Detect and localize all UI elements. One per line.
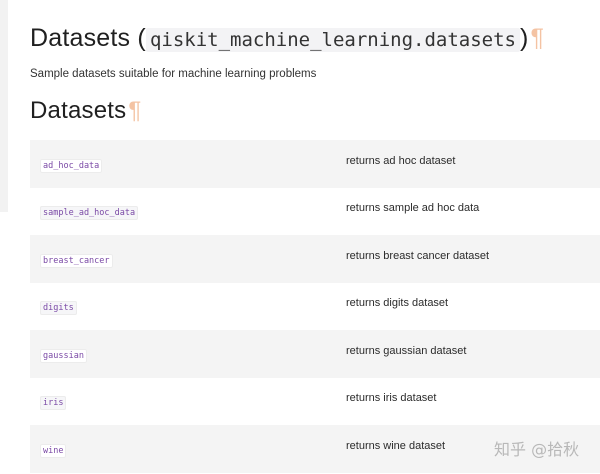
dataset-link-sample-ad-hoc-data[interactable]: sample_ad_hoc_data (40, 206, 139, 221)
dataset-link-breast-cancer[interactable]: breast_cancer (40, 253, 113, 268)
table-cell-name: sample_ad_hoc_data (30, 202, 346, 221)
dataset-link-ad-hoc-data[interactable]: ad_hoc_data (40, 158, 103, 173)
table-row: gaussian returns gaussian dataset (30, 330, 600, 378)
table-cell-description: returns iris dataset (346, 392, 437, 405)
table-row: iris returns iris dataset (30, 377, 600, 425)
zhihu-watermark: 知乎 @拾秋 (494, 440, 580, 459)
table-cell-description: returns digits dataset (346, 297, 449, 310)
table-cell-description: returns breast cancer dataset (346, 249, 490, 262)
table-row: sample_ad_hoc_data returns sample ad hoc… (30, 187, 600, 235)
sidebar-edge (0, 0, 8, 212)
table-cell-name: breast_cancer (30, 250, 346, 268)
table-row: digits returns digits dataset (30, 282, 600, 330)
table-cell-name: wine (30, 440, 346, 458)
dataset-link-iris[interactable]: iris (40, 396, 67, 411)
dataset-link-wine[interactable]: wine (40, 443, 67, 458)
table-cell-name: ad_hoc_data (30, 155, 346, 173)
table-cell-description: returns ad hoc dataset (346, 154, 456, 167)
section-heading: Datasets¶ (30, 95, 141, 127)
section-permalink-icon[interactable]: ¶ (128, 97, 141, 124)
table-cell-description: returns wine dataset (346, 439, 446, 452)
page-title-text: Datasets ( (30, 24, 146, 52)
page-title: Datasets (qiskit_machine_learning.datase… (30, 22, 544, 56)
dataset-link-digits[interactable]: digits (40, 301, 77, 316)
table-cell-name: iris (30, 392, 346, 411)
table-cell-description: returns gaussian dataset (346, 344, 467, 357)
title-permalink-icon[interactable]: ¶ (531, 24, 545, 52)
table-cell-description: returns sample ad hoc data (346, 202, 480, 215)
table-row: breast_cancer returns breast cancer data… (30, 235, 600, 283)
table-cell-name: digits (30, 297, 346, 316)
datasets-table: ad_hoc_data returns ad hoc dataset sampl… (30, 140, 600, 473)
section-heading-text: Datasets (30, 97, 127, 124)
dataset-link-gaussian[interactable]: gaussian (40, 348, 87, 363)
module-name-code: qiskit_machine_learning.datasets (145, 28, 520, 52)
page-title-close: ) (519, 24, 529, 52)
module-description: Sample datasets suitable for machine lea… (30, 68, 317, 80)
table-row: ad_hoc_data returns ad hoc dataset (30, 140, 600, 188)
table-cell-name: gaussian (30, 345, 346, 363)
